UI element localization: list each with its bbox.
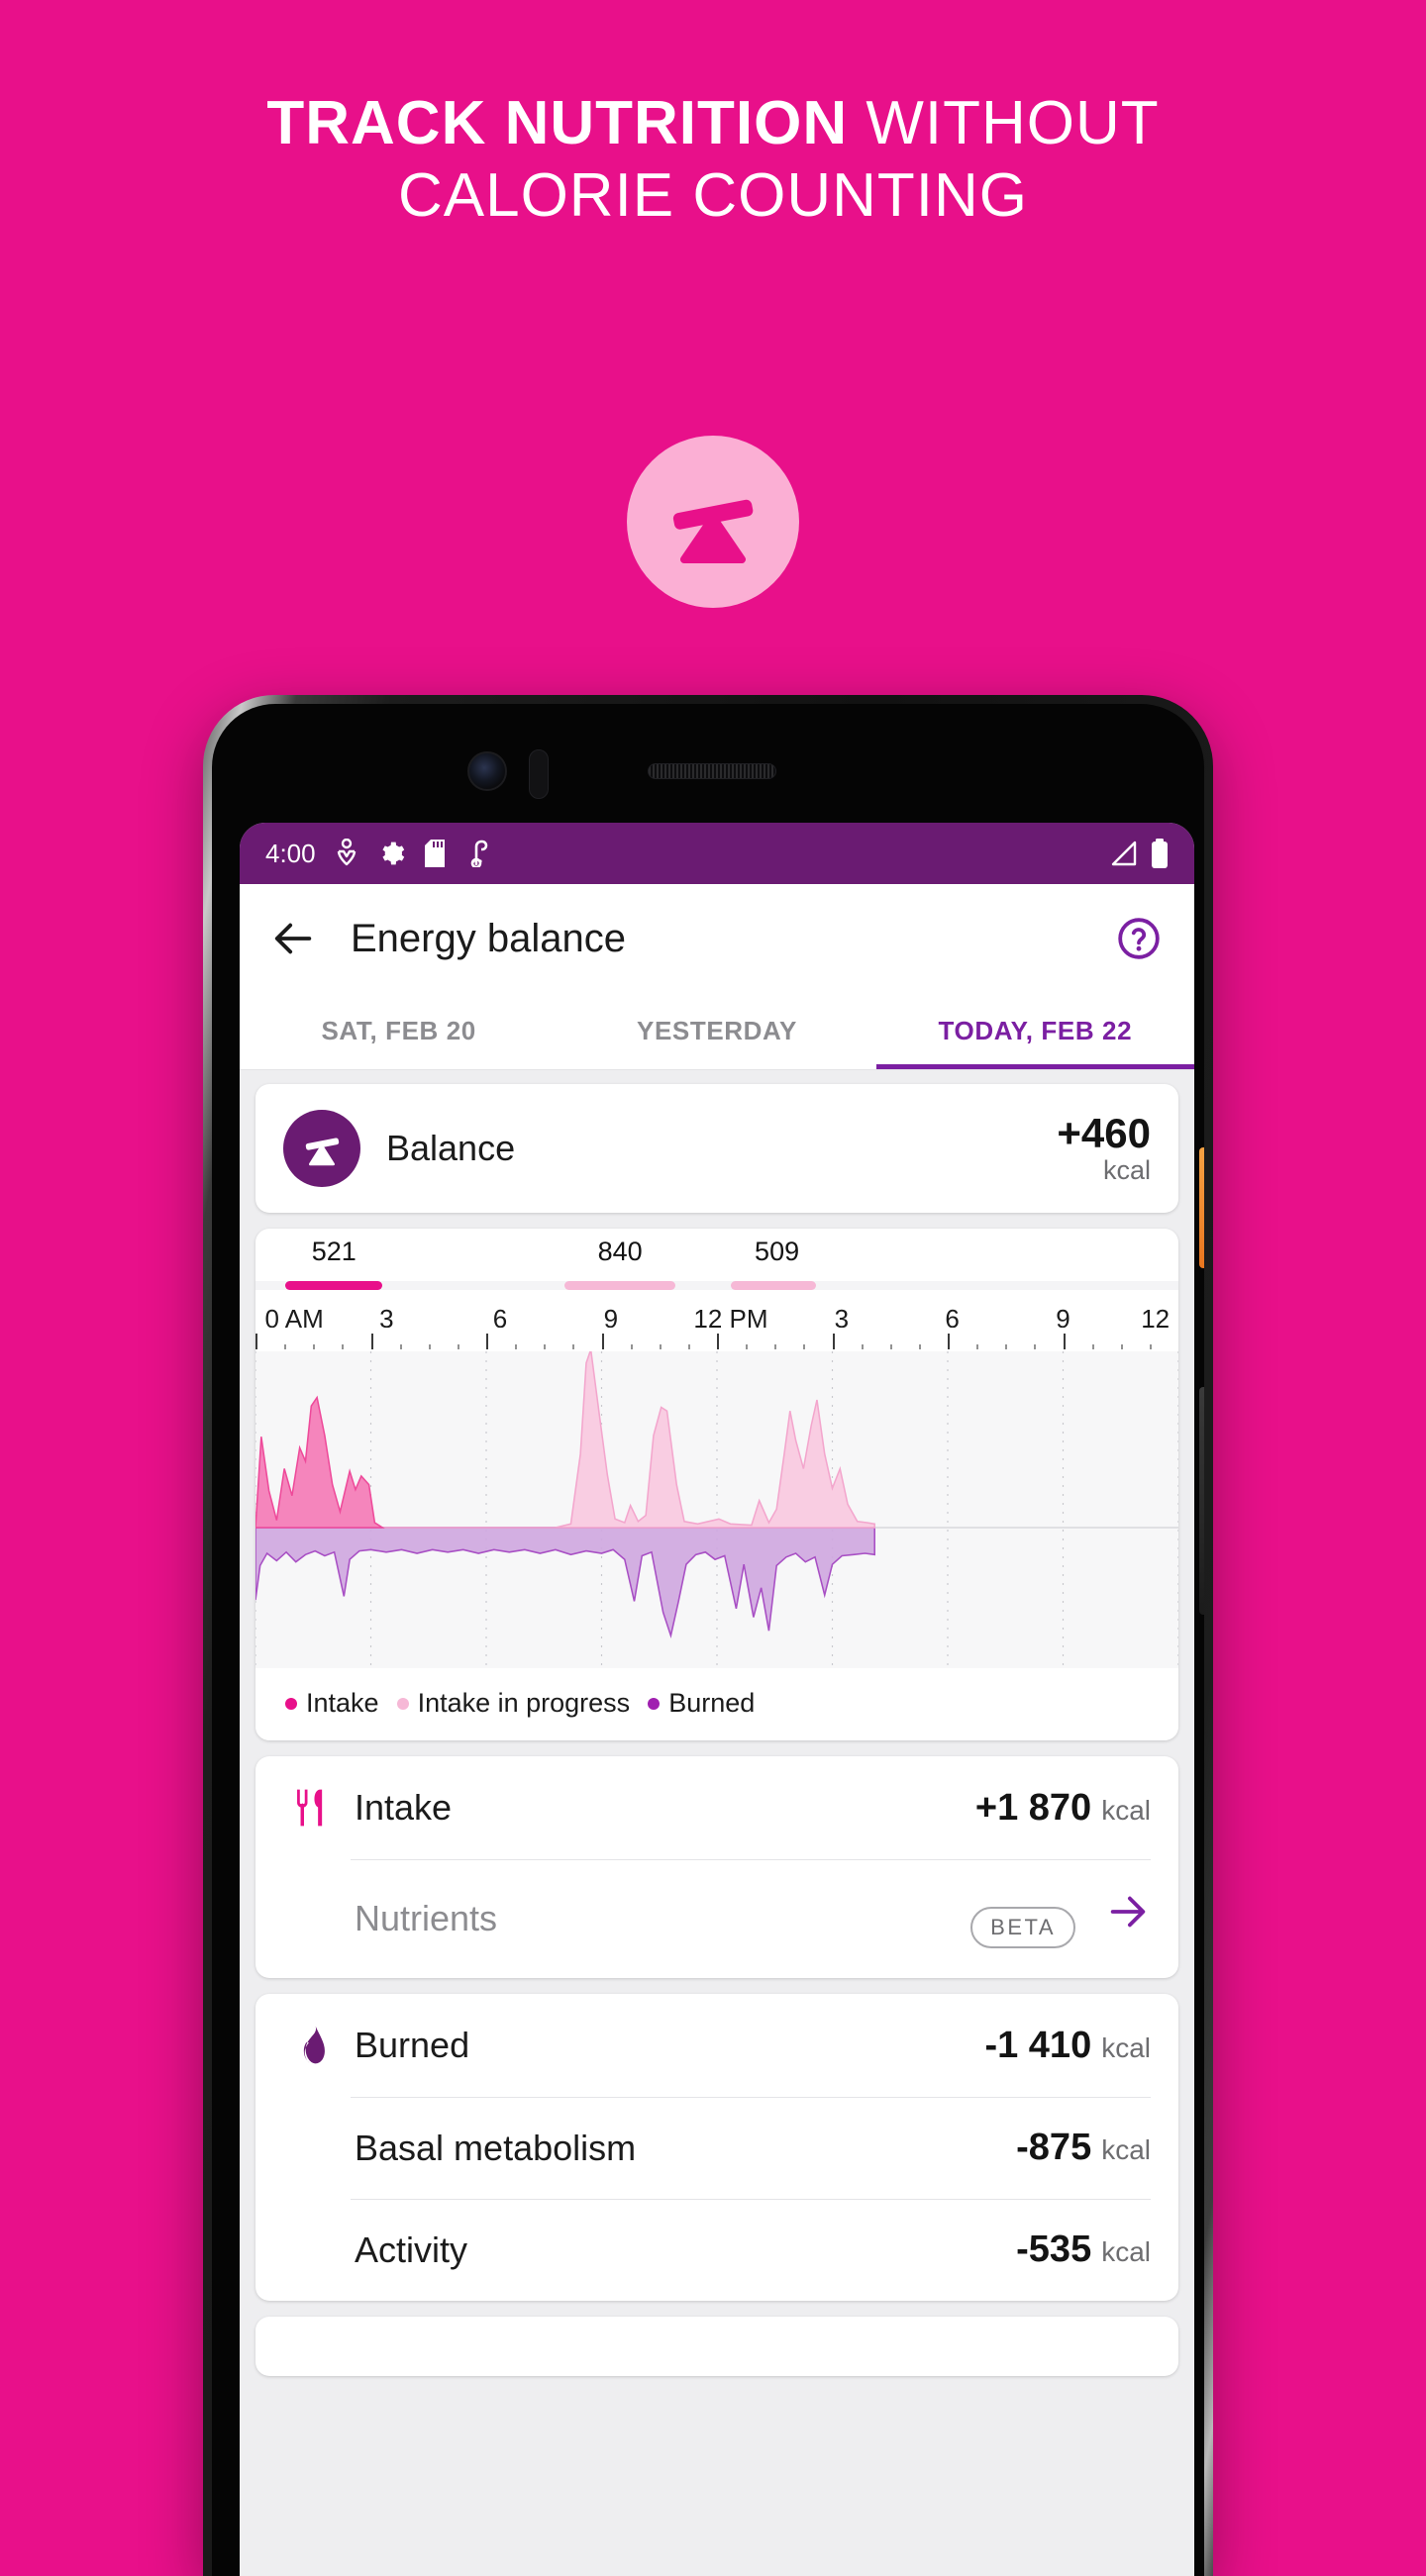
- cutlery-icon: [283, 1786, 343, 1830]
- back-arrow-icon[interactable]: [271, 916, 317, 961]
- legend-label-in-progress: Intake in progress: [417, 1688, 631, 1718]
- energy-chart-card[interactable]: 521 840 509 0 AM 3 6 9 12 PM 3 6 9 12 In…: [255, 1229, 1178, 1740]
- balance-card[interactable]: Balance +460 kcal: [255, 1084, 1178, 1213]
- activity-label: Activity: [355, 2229, 468, 2270]
- proximity-sensor-icon: [529, 749, 549, 799]
- meal-label-1: 521: [311, 1237, 356, 1266]
- earpiece-speaker-icon: [648, 763, 776, 779]
- balance-unit: kcal: [1102, 1155, 1151, 1186]
- burned-row[interactable]: Burned -1 410 kcal: [255, 1994, 1178, 2097]
- headline-bold-part: TRACK NUTRITION: [266, 89, 849, 157]
- balance-scale-icon: [672, 499, 754, 563]
- meal-label-2: 840: [597, 1237, 643, 1266]
- tab-today-feb-22[interactable]: TODAY, FEB 22: [876, 993, 1194, 1069]
- energy-plot-svg: [255, 1351, 1178, 1668]
- legend-item-in-progress: Intake in progress: [396, 1688, 631, 1719]
- balance-value: +460: [1057, 1109, 1151, 1156]
- volume-button[interactable]: [1199, 1387, 1204, 1615]
- phone-bezel: 4:00 Energy balance SAT, FEB 20 YESTERDA…: [212, 704, 1204, 2576]
- balance-label: Balance: [386, 1128, 516, 1168]
- legend-dot-in-progress: [396, 1697, 409, 1710]
- heartbeat-icon: [336, 839, 357, 868]
- intake-row[interactable]: Intake +1 870 kcal: [255, 1756, 1178, 1859]
- burned-unit: kcal: [1101, 2031, 1151, 2063]
- headline-line-2: CALORIE COUNTING: [397, 161, 1029, 231]
- chart-tick-marks: [255, 1328, 1178, 1351]
- marketing-headline: TRACK NUTRITION WITHOUT CALORIE COUNTING: [0, 87, 1426, 232]
- usb-icon: [464, 840, 488, 867]
- meal-bar-1: [284, 1281, 382, 1290]
- nutrients-row[interactable]: Nutrients BETA: [255, 1859, 1178, 1978]
- activity-unit: kcal: [1101, 2236, 1151, 2267]
- chart-legend: Intake Intake in progress Burned: [255, 1668, 1178, 1740]
- legend-dot-intake: [285, 1697, 297, 1710]
- phone-mockup: 4:00 Energy balance SAT, FEB 20 YESTERDA…: [203, 695, 1213, 2576]
- headline-light-part: WITHOUT: [848, 89, 1160, 157]
- tab-yesterday[interactable]: YESTERDAY: [558, 993, 875, 1069]
- sd-card-icon: [424, 840, 445, 867]
- arrow-right-icon[interactable]: [1105, 1889, 1151, 1934]
- headline-line-1: TRACK NUTRITION WITHOUT: [0, 87, 1426, 159]
- burned-card[interactable]: Burned -1 410 kcal Basal metabolism -875…: [255, 1994, 1178, 2301]
- app-bar: Energy balance: [240, 884, 1194, 993]
- legend-item-intake: Intake: [285, 1688, 379, 1719]
- basal-metabolism-label: Basal metabolism: [355, 2127, 637, 2168]
- burned-value: -1 410: [984, 2024, 1092, 2066]
- tab-sat-feb-20[interactable]: SAT, FEB 20: [240, 993, 558, 1069]
- basal-metabolism-value: -875: [1016, 2127, 1092, 2168]
- legend-label-burned: Burned: [668, 1688, 756, 1718]
- power-button[interactable]: [1199, 1147, 1204, 1268]
- legend-item-burned: Burned: [648, 1688, 755, 1719]
- meal-track: [255, 1281, 1178, 1290]
- intake-label: Intake: [355, 1787, 453, 1828]
- nutrients-label: Nutrients: [355, 1898, 498, 1938]
- date-tabs: SAT, FEB 20 YESTERDAY TODAY, FEB 22: [240, 993, 1194, 1070]
- activity-row[interactable]: Activity -535 kcal: [255, 2199, 1178, 2301]
- phone-screen: 4:00 Energy balance SAT, FEB 20 YESTERDA…: [240, 823, 1194, 2576]
- activity-value: -535: [1016, 2229, 1092, 2270]
- intake-card[interactable]: Intake +1 870 kcal Nutrients BETA: [255, 1756, 1178, 1978]
- beta-badge: BETA: [970, 1907, 1075, 1948]
- tab-active-indicator: [875, 1064, 1194, 1069]
- status-bar: 4:00: [240, 823, 1194, 884]
- front-camera-icon: [467, 751, 507, 791]
- burned-label: Burned: [355, 2025, 470, 2065]
- battery-icon: [1151, 839, 1169, 868]
- brand-badge: [627, 436, 799, 608]
- meal-markers: 521 840 509: [255, 1229, 1178, 1304]
- meal-bar-2: [564, 1281, 676, 1290]
- next-card-peek[interactable]: [255, 2317, 1178, 2376]
- status-bar-time: 4:00: [265, 838, 316, 868]
- legend-dot-burned: [648, 1697, 661, 1710]
- gear-icon: [377, 840, 405, 867]
- meal-label-3: 509: [755, 1237, 800, 1266]
- flame-icon: [283, 2024, 343, 2067]
- page-title: Energy balance: [351, 916, 626, 960]
- screen-content: Balance +460 kcal 521 840 509 0 AM 3 6 9…: [240, 1070, 1194, 2376]
- signal-icon: [1109, 840, 1139, 867]
- balance-scale-icon: [283, 1110, 360, 1187]
- energy-plot: [255, 1328, 1178, 1668]
- basal-metabolism-row[interactable]: Basal metabolism -875 kcal: [255, 2097, 1178, 2199]
- meal-bar-3: [730, 1281, 816, 1290]
- intake-value: +1 870: [974, 1786, 1092, 1829]
- basal-metabolism-unit: kcal: [1101, 2134, 1151, 2165]
- legend-label-intake: Intake: [306, 1688, 379, 1718]
- help-circle-icon[interactable]: [1115, 915, 1163, 962]
- intake-unit: kcal: [1101, 1794, 1151, 1826]
